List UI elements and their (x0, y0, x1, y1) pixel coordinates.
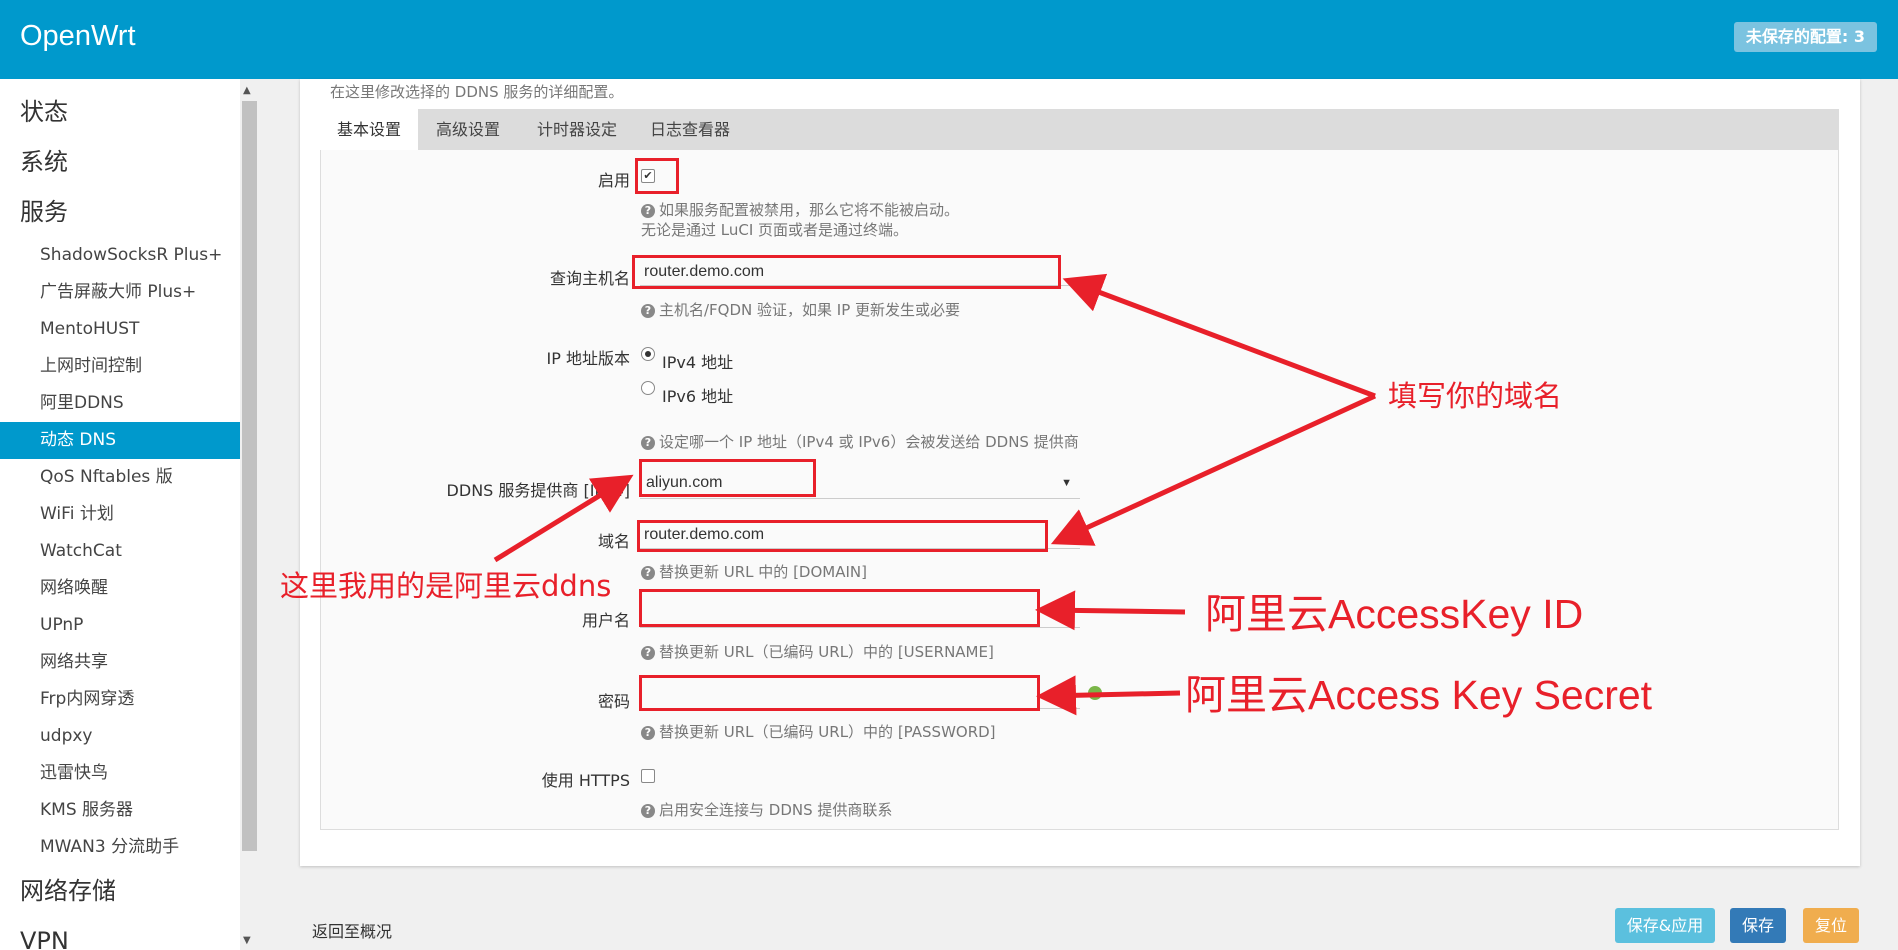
save-button[interactable]: 保存 (1730, 908, 1786, 943)
annotation-accesskey-id-note: 阿里云AccessKey ID (1205, 591, 1584, 637)
arrow-to-password (1036, 675, 1181, 716)
reset-button[interactable]: 复位 (1803, 908, 1859, 943)
annotation-provider-note: 这里我用的是阿里云ddns (280, 569, 612, 603)
arrow-to-provider (493, 474, 634, 563)
annotation-domain-note: 填写你的域名 (1388, 379, 1563, 413)
arrow-to-domain (1050, 393, 1377, 546)
arrow-to-username (1035, 590, 1186, 631)
annotation-arrows (493, 273, 1377, 716)
annotation-accesskey-secret-note: 阿里云Access Key Secret (1185, 672, 1653, 718)
arrow-to-lookup-host (1062, 273, 1376, 399)
save-apply-button[interactable]: 保存&应用 (1615, 908, 1715, 943)
back-to-overview-link[interactable]: 返回至概况 (312, 918, 392, 942)
